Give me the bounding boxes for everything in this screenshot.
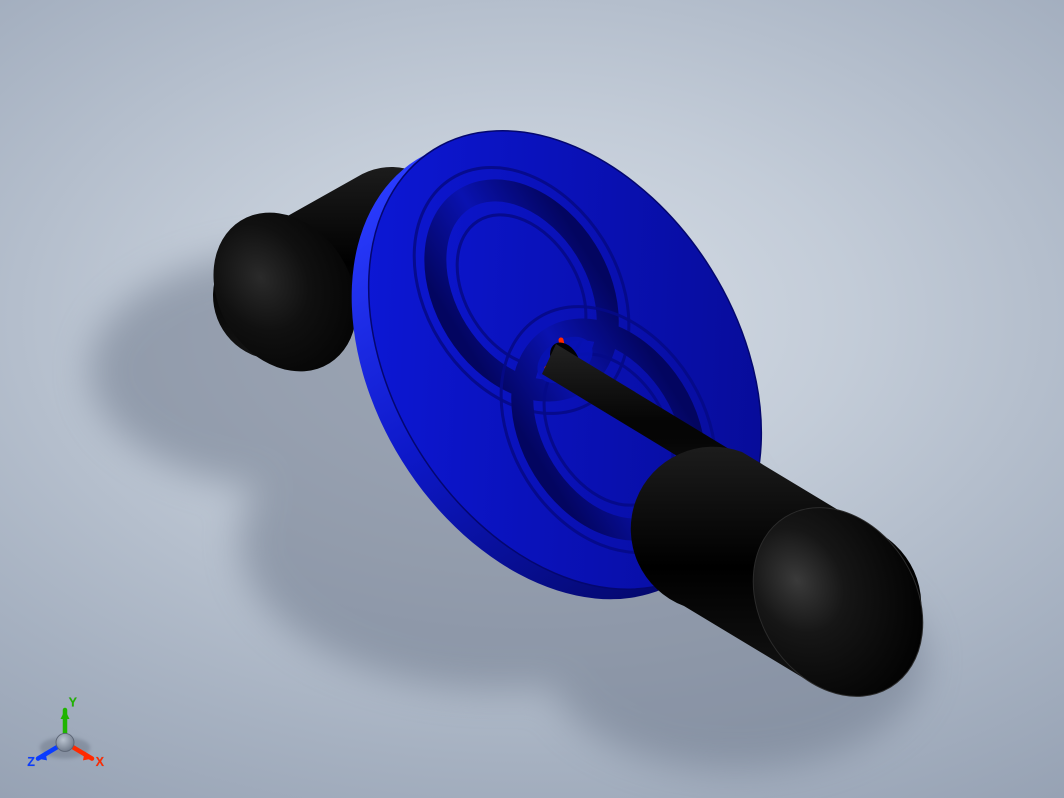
triad-hub — [56, 733, 74, 751]
scene-svg — [0, 0, 1064, 798]
triad-svg: Z X Y — [20, 692, 110, 782]
axis-x-label: X — [96, 755, 105, 769]
axis-z-label: Z — [27, 755, 35, 769]
cad-viewport[interactable] — [0, 0, 1064, 798]
view-triad[interactable]: Z X Y — [20, 692, 110, 782]
axis-y-label: Y — [69, 695, 78, 709]
